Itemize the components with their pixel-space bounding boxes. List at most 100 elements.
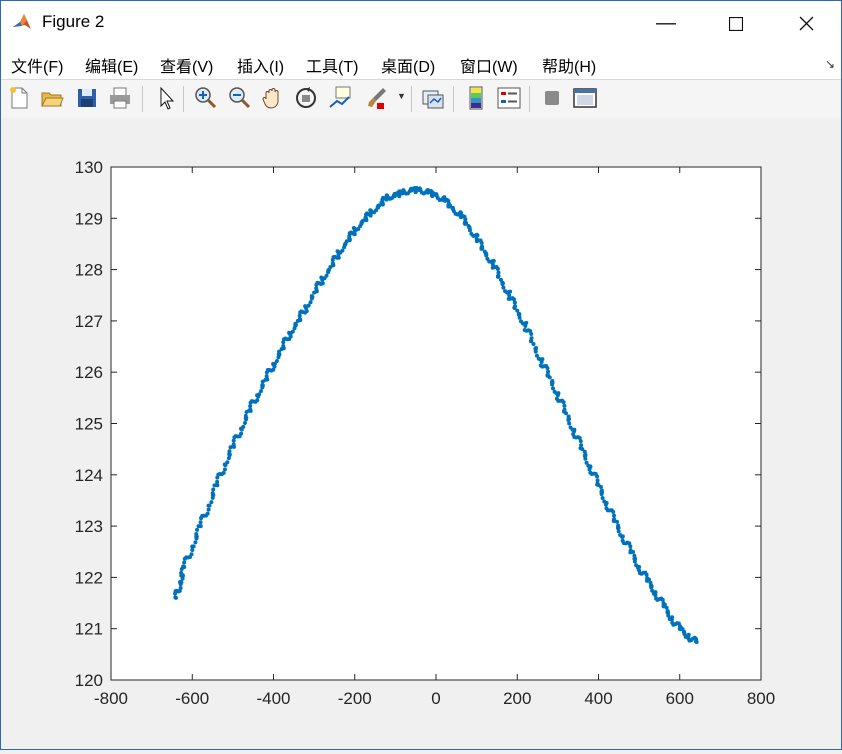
menu-window[interactable]: 窗口(W) — [460, 53, 518, 77]
brush-dropdown-icon[interactable]: ▼ — [397, 91, 406, 101]
menu-insert[interactable]: 插入(I) — [237, 53, 284, 77]
show-plot-tools-icon[interactable] — [572, 85, 598, 111]
data-point — [281, 343, 286, 348]
data-point — [561, 400, 566, 405]
dock-arrow-icon[interactable]: ↘ — [825, 57, 835, 71]
scatter-chart: -800 -600 -400 -200 0 200 400 600 800 120 121 122 1… — [75, 158, 776, 708]
y-tick-label: 126 — [75, 363, 103, 382]
data-point — [583, 456, 588, 461]
x-tick-label: 0 — [431, 689, 440, 708]
data-point — [242, 420, 247, 425]
data-point — [611, 509, 616, 514]
data-point — [636, 564, 641, 569]
data-point — [512, 305, 517, 310]
x-tick-label: 400 — [584, 689, 612, 708]
hide-plot-tools-icon[interactable] — [539, 85, 565, 111]
print-icon[interactable] — [107, 85, 133, 111]
data-point — [342, 242, 347, 247]
data-point — [649, 585, 654, 590]
menu-help[interactable]: 帮助(H) — [542, 53, 596, 77]
data-point — [480, 246, 485, 251]
data-point — [255, 398, 260, 403]
save-icon[interactable] — [74, 85, 100, 111]
x-tick-label: -400 — [256, 689, 290, 708]
close-button[interactable] — [771, 1, 841, 45]
data-point — [189, 552, 194, 557]
data-point — [595, 474, 600, 479]
data-point — [239, 431, 244, 436]
maximize-button[interactable] — [701, 1, 771, 45]
data-point — [501, 285, 506, 290]
data-point — [211, 487, 216, 492]
data-point — [562, 403, 567, 408]
data-point — [566, 418, 571, 423]
brush-icon[interactable] — [363, 85, 389, 111]
data-point — [616, 529, 621, 534]
data-point — [620, 534, 625, 539]
x-tick-label: 800 — [747, 689, 775, 708]
data-point — [178, 585, 183, 590]
matlab-logo-icon — [11, 11, 33, 33]
link-plot-icon[interactable] — [420, 85, 446, 111]
toolbar-separator — [183, 86, 184, 112]
data-point — [628, 544, 633, 549]
data-point — [523, 324, 528, 329]
y-tick-label: 122 — [75, 568, 103, 587]
data-point — [529, 338, 534, 343]
data-point — [210, 491, 215, 496]
x-tick-label: 200 — [503, 689, 531, 708]
data-point — [533, 349, 538, 354]
zoom-in-icon[interactable] — [192, 85, 218, 111]
data-point — [555, 393, 560, 398]
data-point — [191, 544, 196, 549]
data-point — [290, 329, 295, 334]
rotate-3d-icon[interactable] — [293, 85, 319, 111]
data-point — [694, 639, 698, 644]
zoom-out-icon[interactable] — [226, 85, 252, 111]
data-point — [173, 595, 178, 600]
data-point — [243, 413, 248, 418]
pointer-icon[interactable] — [153, 85, 179, 111]
data-point — [198, 524, 203, 529]
data-point — [539, 359, 544, 364]
data-point — [479, 240, 484, 245]
y-tick-label: 128 — [75, 261, 103, 280]
data-point — [215, 479, 220, 484]
figure-canvas: -800 -600 -400 -200 0 200 400 600 800 120 121 122 1… — [1, 118, 841, 749]
data-point — [222, 467, 227, 472]
menu-file[interactable]: 文件(F) — [11, 53, 63, 77]
open-icon[interactable] — [39, 85, 65, 111]
data-point — [179, 580, 184, 585]
data-point — [231, 442, 236, 447]
data-point — [598, 484, 603, 489]
data-cursor-icon[interactable] — [327, 85, 353, 111]
toolbar-separator — [142, 86, 143, 112]
window-title: Figure 2 — [42, 12, 105, 31]
pan-icon[interactable] — [260, 85, 286, 111]
y-tick-label: 124 — [75, 466, 103, 485]
data-point — [545, 366, 550, 371]
data-point — [631, 550, 636, 555]
x-tick-label: -600 — [175, 689, 209, 708]
data-point — [495, 266, 500, 271]
new-figure-icon[interactable] — [6, 85, 32, 111]
data-point — [500, 282, 505, 287]
data-point — [309, 294, 314, 299]
data-point — [241, 424, 246, 429]
menu-desktop[interactable]: 桌面(D) — [381, 53, 435, 77]
data-point — [260, 382, 265, 387]
data-point — [205, 511, 210, 516]
minimize-button[interactable]: — — [631, 1, 701, 45]
data-point — [182, 560, 187, 565]
menu-tools[interactable]: 工具(T) — [306, 53, 358, 77]
colorbar-icon[interactable] — [463, 85, 489, 111]
data-point — [508, 289, 513, 294]
legend-icon[interactable] — [496, 85, 522, 111]
y-tick-label: 125 — [75, 415, 103, 434]
data-point — [206, 507, 211, 512]
menu-edit[interactable]: 编辑(E) — [85, 53, 138, 77]
data-point — [603, 502, 608, 507]
data-point — [195, 527, 200, 532]
menu-view[interactable]: 查看(V) — [160, 53, 213, 77]
data-point — [336, 255, 341, 260]
